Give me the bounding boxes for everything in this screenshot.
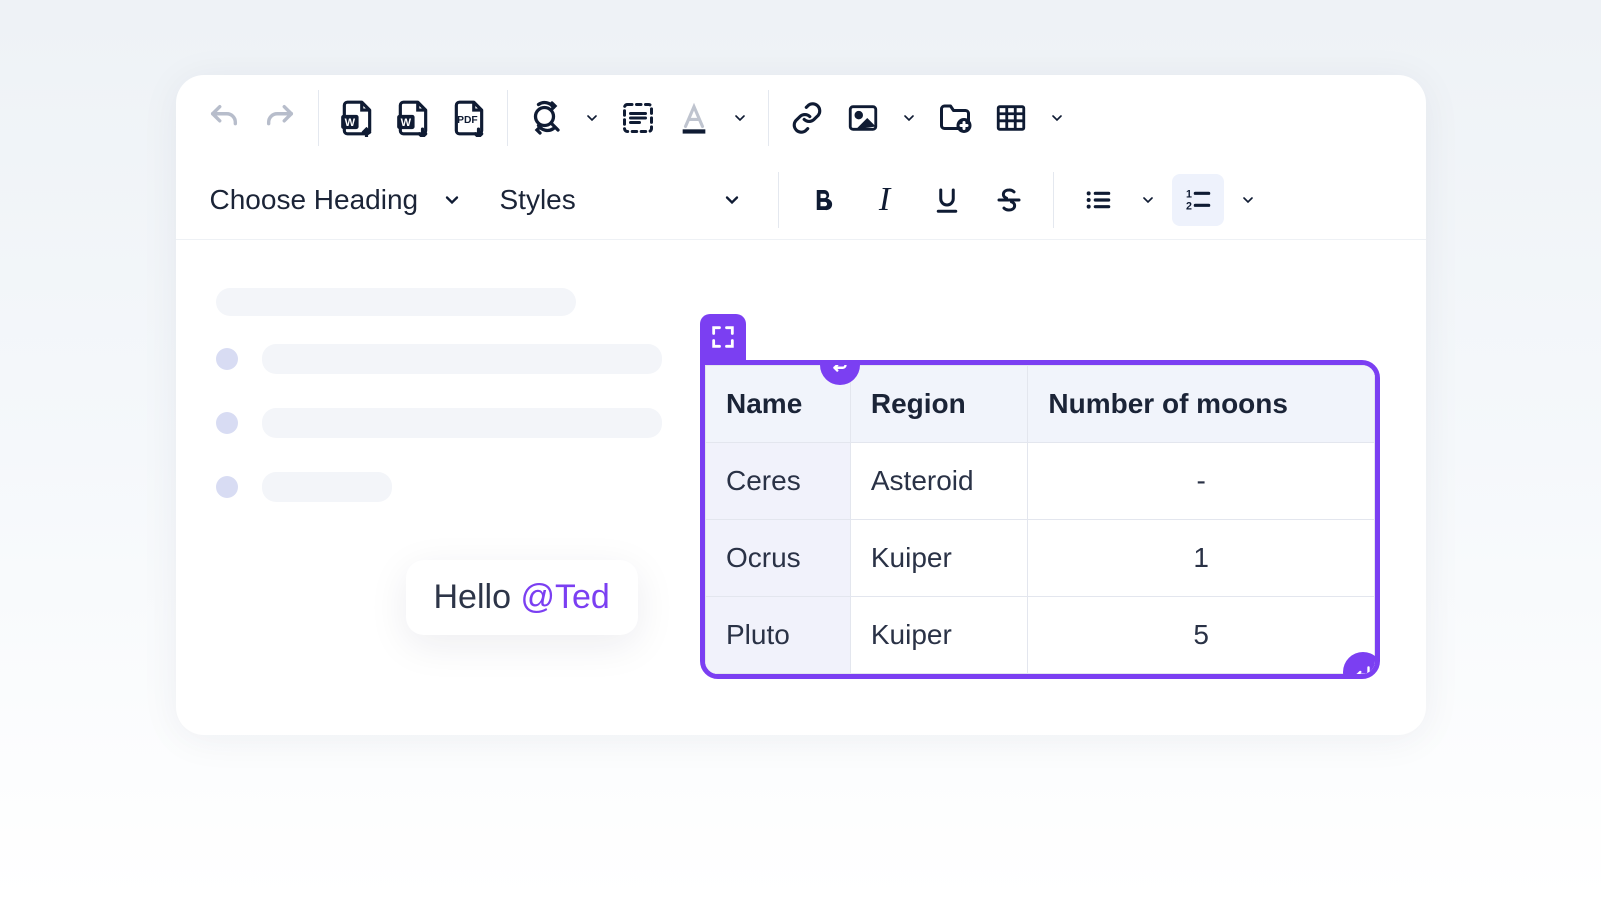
table-row: Ceres Asteroid -: [706, 443, 1375, 520]
folder-add-icon: [937, 100, 973, 136]
table-icon: [994, 101, 1028, 135]
enter-icon: [1352, 661, 1374, 679]
underline-icon: [932, 185, 962, 215]
enter-icon: [829, 360, 851, 376]
word-import-icon: W: [338, 99, 376, 137]
bullet-icon: [216, 476, 238, 498]
table-drag-handle[interactable]: [700, 314, 746, 360]
bullet-list-dropdown[interactable]: [1134, 192, 1162, 208]
undo-icon: [207, 101, 241, 135]
insert-table-button[interactable]: [987, 94, 1035, 142]
svg-text:2: 2: [1186, 200, 1192, 212]
table-cell[interactable]: -: [1028, 443, 1375, 520]
svg-text:W: W: [400, 116, 411, 128]
table-widget: Name Region Number of moons Ceres Astero…: [700, 314, 1380, 679]
chevron-down-icon: [584, 110, 600, 126]
heading-select-label: Choose Heading: [210, 184, 419, 216]
svg-text:1: 1: [1186, 188, 1192, 200]
chevron-down-icon: [1240, 192, 1256, 208]
toolbar-divider: [507, 90, 508, 146]
bullet-list-icon: [1082, 184, 1114, 216]
heading-select[interactable]: Choose Heading: [200, 172, 480, 228]
table-cell[interactable]: Kuiper: [850, 520, 1028, 597]
redo-icon: [263, 101, 297, 135]
table-header[interactable]: Region: [850, 366, 1028, 443]
styles-select[interactable]: Styles: [490, 172, 760, 228]
expand-icon: [709, 323, 737, 351]
table-cell[interactable]: Kuiper: [850, 597, 1028, 674]
redo-button[interactable]: [256, 94, 304, 142]
numbered-list-dropdown[interactable]: [1234, 192, 1262, 208]
toolbar-divider: [1053, 172, 1054, 228]
mention-prefix: Hello: [434, 578, 521, 616]
svg-text:PDF: PDF: [457, 114, 478, 125]
placeholder-line: [216, 288, 576, 316]
numbered-list-button[interactable]: 12: [1172, 174, 1224, 226]
word-export-button[interactable]: W: [389, 94, 437, 142]
styles-select-label: Styles: [500, 184, 576, 216]
chevron-down-icon: [901, 110, 917, 126]
placeholder-line: [262, 472, 392, 502]
bold-icon: [808, 185, 838, 215]
bullet-list-button[interactable]: [1072, 174, 1124, 226]
table-cell[interactable]: Ceres: [706, 443, 851, 520]
table-cell[interactable]: 5: [1028, 597, 1375, 674]
bullet-icon: [216, 348, 238, 370]
font-color-icon: [677, 101, 711, 135]
table-header[interactable]: Number of moons: [1028, 366, 1375, 443]
select-all-button[interactable]: [614, 94, 662, 142]
font-color-dropdown[interactable]: [726, 110, 754, 126]
insert-table-dropdown[interactable]: [1043, 110, 1071, 126]
table-row: Pluto Kuiper 5: [706, 597, 1375, 674]
strikethrough-icon: [994, 185, 1024, 215]
underline-button[interactable]: [921, 174, 973, 226]
table-frame[interactable]: Name Region Number of moons Ceres Astero…: [700, 360, 1380, 679]
file-browser-button[interactable]: [931, 94, 979, 142]
find-replace-button[interactable]: [522, 94, 570, 142]
chevron-down-icon: [1140, 192, 1156, 208]
pdf-export-icon: PDF: [450, 99, 488, 137]
toolbar-divider: [768, 90, 769, 146]
toolbar-primary: W W PDF: [176, 75, 1426, 160]
italic-button[interactable]: I: [859, 174, 911, 226]
chevron-down-icon: [442, 190, 462, 210]
italic-icon: I: [879, 181, 890, 219]
chevron-down-icon: [1049, 110, 1065, 126]
find-replace-dropdown[interactable]: [578, 110, 606, 126]
find-replace-icon: [528, 100, 564, 136]
link-button[interactable]: [783, 94, 831, 142]
bold-button[interactable]: [797, 174, 849, 226]
undo-button[interactable]: [200, 94, 248, 142]
table-cell[interactable]: 1: [1028, 520, 1375, 597]
table-cell[interactable]: Ocrus: [706, 520, 851, 597]
placeholder-line: [262, 344, 662, 374]
word-export-icon: W: [394, 99, 432, 137]
image-icon: [846, 101, 880, 135]
numbered-list-icon: 12: [1182, 184, 1214, 216]
link-icon: [790, 101, 824, 135]
data-table[interactable]: Name Region Number of moons Ceres Astero…: [705, 365, 1375, 674]
image-button[interactable]: [839, 94, 887, 142]
strikethrough-button[interactable]: [983, 174, 1035, 226]
select-all-icon: [620, 100, 656, 136]
mention-handle[interactable]: @Ted: [520, 578, 609, 616]
bullet-icon: [216, 412, 238, 434]
image-dropdown[interactable]: [895, 110, 923, 126]
word-import-button[interactable]: W: [333, 94, 381, 142]
toolbar-divider: [778, 172, 779, 228]
mention-popup: Hello @Ted: [406, 560, 638, 635]
toolbar-formatting: Choose Heading Styles I 12: [176, 160, 1426, 240]
table-row: Ocrus Kuiper 1: [706, 520, 1375, 597]
svg-text:W: W: [344, 116, 355, 128]
placeholder-line: [262, 408, 662, 438]
table-cell[interactable]: Asteroid: [850, 443, 1028, 520]
pdf-export-button[interactable]: PDF: [445, 94, 493, 142]
font-color-button[interactable]: [670, 94, 718, 142]
chevron-down-icon: [722, 190, 742, 210]
table-cell[interactable]: Pluto: [706, 597, 851, 674]
toolbar-divider: [318, 90, 319, 146]
chevron-down-icon: [732, 110, 748, 126]
